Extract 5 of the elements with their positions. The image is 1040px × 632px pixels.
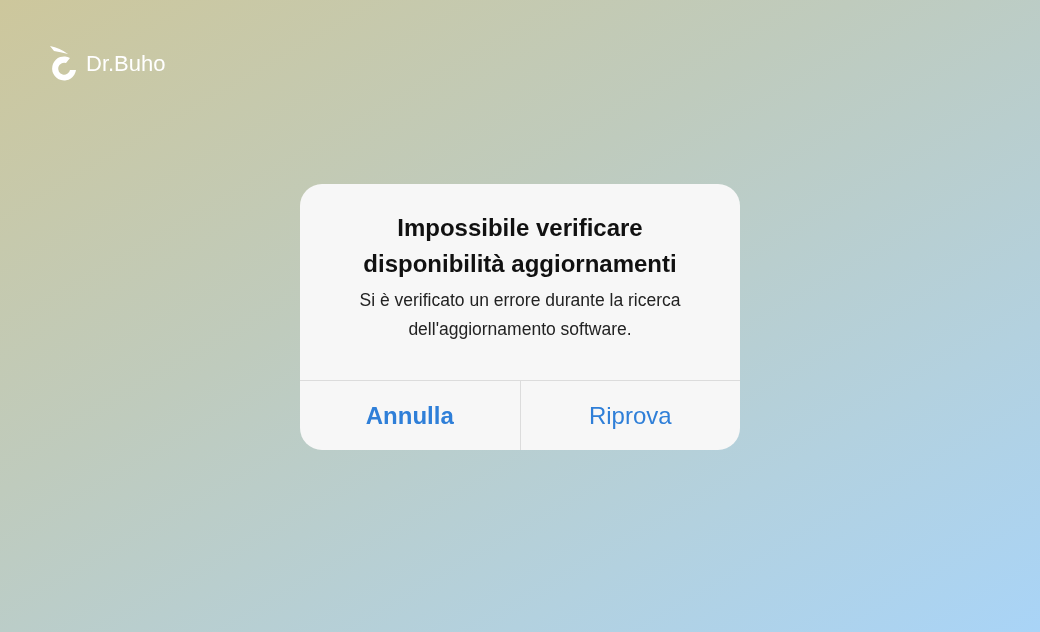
alert-title: Impossibile verificare disponibilità aggiornamenti — [362, 213, 678, 279]
alert-button[interactable]: Annulla — [300, 381, 520, 450]
alert-button[interactable]: Riprova — [519, 381, 740, 450]
alert-message: Si è verificato un errore durante la ricerca dell'aggiornamento software. — [358, 289, 682, 341]
logo-text: Dr.Buho — [86, 53, 166, 75]
